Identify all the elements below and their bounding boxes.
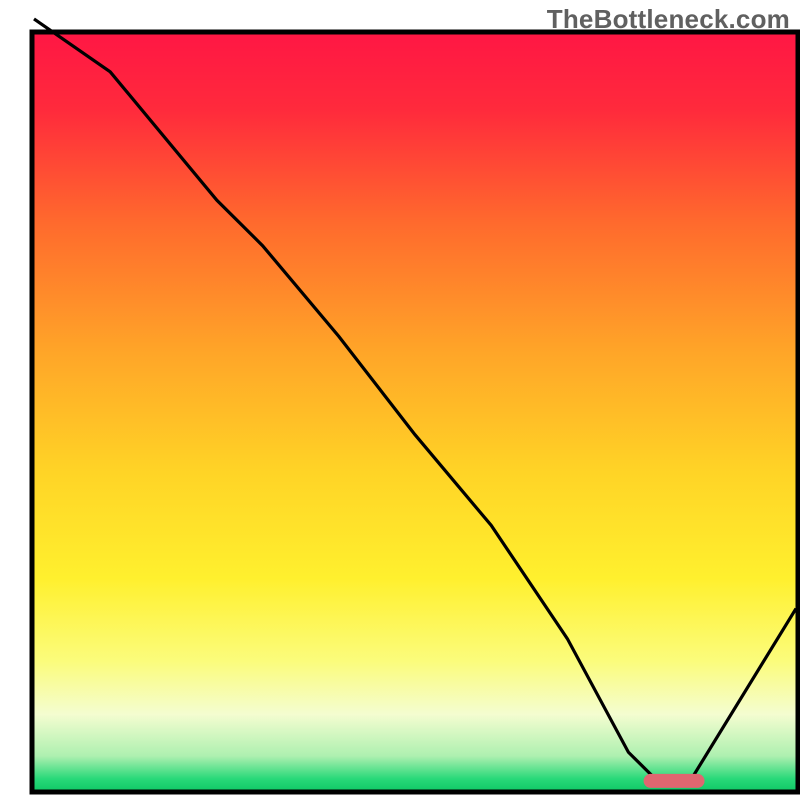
optimal-zone-marker xyxy=(644,774,705,788)
watermark-text: TheBottleneck.com xyxy=(547,4,790,35)
gradient-background xyxy=(34,34,796,790)
bottleneck-chart xyxy=(0,0,800,800)
chart-frame: TheBottleneck.com xyxy=(0,0,800,800)
